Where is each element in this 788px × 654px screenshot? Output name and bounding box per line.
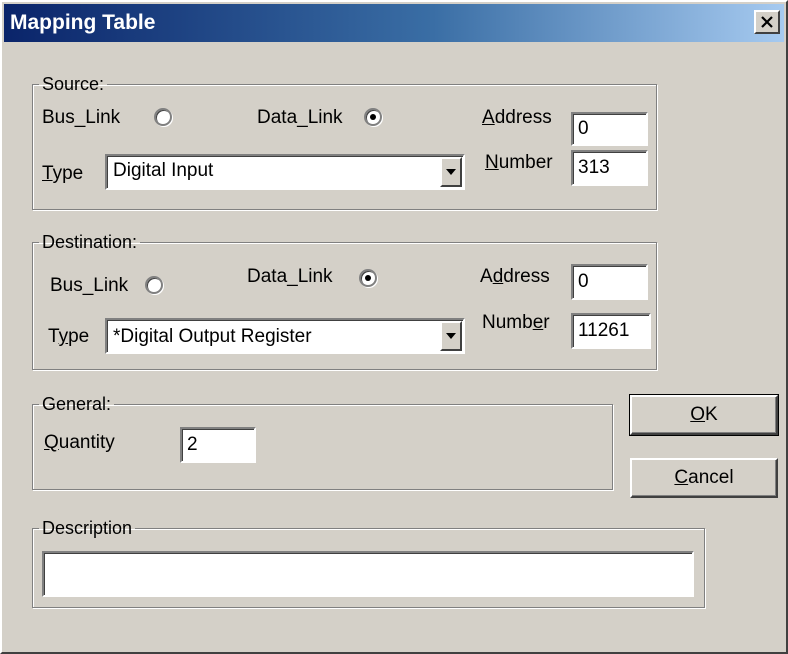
- source-type-value: Digital Input: [113, 160, 214, 181]
- source-type-select[interactable]: Digital Input: [105, 154, 465, 190]
- destination-type-select[interactable]: *Digital Output Register: [105, 318, 465, 354]
- source-legend: Source:: [42, 74, 105, 94]
- source-address-field[interactable]: 0: [571, 112, 648, 146]
- source-data-link-label: Data_Link: [257, 107, 343, 128]
- source-number-label: Number: [485, 152, 553, 173]
- source-type-dropdown-button[interactable]: [440, 157, 462, 187]
- destination-type-dropdown-button[interactable]: [440, 321, 462, 351]
- destination-data-link-label: Data_Link: [247, 266, 333, 287]
- source-bus-link-label: Bus_Link: [42, 107, 121, 128]
- ok-button[interactable]: OK: [629, 394, 779, 436]
- close-icon: [761, 16, 773, 28]
- destination-address-label: Address: [480, 266, 550, 287]
- destination-data-link-radio[interactable]: [359, 269, 377, 287]
- general-legend: General:: [42, 394, 112, 414]
- close-button[interactable]: [754, 10, 780, 34]
- description-field[interactable]: [42, 551, 694, 597]
- destination-bus-link-label: Bus_Link: [50, 275, 129, 296]
- chevron-down-icon: [446, 169, 456, 175]
- source-address-label: Address: [482, 107, 552, 128]
- destination-address-field[interactable]: 0: [571, 264, 648, 300]
- ok-button-label: OK: [690, 404, 718, 425]
- quantity-field[interactable]: 2: [180, 427, 256, 463]
- destination-number-label: Number: [482, 312, 550, 333]
- general-group: General:: [32, 394, 613, 490]
- destination-bus-link-radio[interactable]: [145, 276, 163, 294]
- destination-type-value: *Digital Output Register: [113, 326, 312, 347]
- source-bus-link-radio[interactable]: [154, 108, 172, 126]
- source-data-link-radio[interactable]: [364, 108, 382, 126]
- quantity-label: Quantity: [44, 432, 115, 453]
- destination-type-label: Type: [48, 326, 90, 347]
- destination-legend: Destination:: [42, 232, 138, 252]
- description-legend: Description: [42, 518, 133, 538]
- chevron-down-icon: [446, 333, 456, 339]
- source-number-field[interactable]: 313: [571, 150, 648, 186]
- title-bar[interactable]: Mapping Table: [4, 4, 784, 42]
- window-title: Mapping Table: [10, 11, 156, 34]
- source-type-label: Type: [42, 163, 84, 184]
- cancel-button[interactable]: Cancel: [630, 458, 778, 498]
- mapping-table-dialog: Mapping Table Source: Bus_Link Data_Link…: [0, 0, 788, 654]
- cancel-button-label: Cancel: [674, 467, 734, 488]
- destination-number-field[interactable]: 11261: [571, 313, 651, 349]
